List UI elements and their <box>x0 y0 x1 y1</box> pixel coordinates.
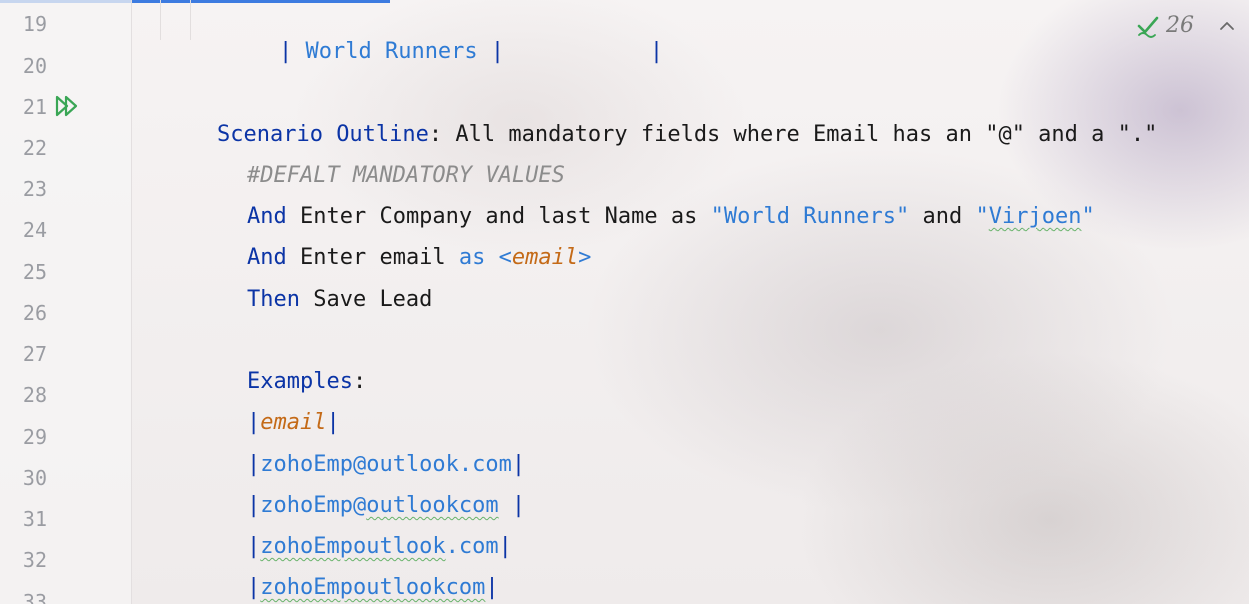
table-cell: World Runners <box>305 39 478 64</box>
line-number: 22 <box>22 136 47 160</box>
table-cell-empty <box>504 39 636 64</box>
table-pipe: | <box>278 39 306 64</box>
step-text: and <box>909 204 976 229</box>
table-pipe: | <box>498 534 512 559</box>
line-number: 25 <box>22 260 47 284</box>
inspection-widget[interactable]: 26 <box>1136 12 1194 40</box>
table-pipe: | <box>485 575 499 600</box>
code-line-32[interactable]: |zohoEmpoutlookcom| <box>194 546 499 604</box>
line-number: 20 <box>22 54 47 78</box>
string-quote: " <box>1081 204 1095 229</box>
double-check-icon <box>1137 16 1159 38</box>
line-number: 32 <box>22 548 47 572</box>
table-cell-typo: zohoEmpoutlookcom <box>260 575 486 600</box>
angle-open: < <box>498 245 512 270</box>
line-number: 31 <box>22 507 47 531</box>
string-literal-typo: Virjoen <box>988 204 1082 229</box>
outline-parameter: email <box>511 245 579 270</box>
colon: : <box>352 369 367 394</box>
line-number: 24 <box>22 218 47 242</box>
table-pipe: | <box>246 575 261 600</box>
string-quote: " <box>975 204 989 229</box>
line-number: 30 <box>22 466 47 490</box>
line-number: 29 <box>22 425 47 449</box>
code-line-19[interactable]: | World Runners | | <box>226 10 663 94</box>
line-number: 28 <box>22 383 47 407</box>
line-number: 19 <box>22 12 47 36</box>
line-number: 27 <box>22 342 47 366</box>
run-scenario-icon[interactable] <box>54 94 82 118</box>
table-pipe: | <box>636 39 664 64</box>
line-number: 26 <box>22 301 47 325</box>
table-pipe: | <box>477 39 505 64</box>
line-number: 21 <box>22 95 47 119</box>
inspection-count: 26 <box>1166 13 1194 38</box>
then-keyword: Then <box>246 287 300 312</box>
line-number: 33 <box>22 590 47 604</box>
string-literal: "World Runners" <box>710 204 910 229</box>
table-pipe: | <box>511 493 526 518</box>
line-number-gutter[interactable]: 19 20 21 22 23 24 25 26 27 28 29 30 31 3… <box>0 0 132 604</box>
chevron-up-icon[interactable] <box>1217 16 1237 36</box>
code-line-25[interactable]: Then Save Lead <box>194 258 432 342</box>
step-text: Save Lead <box>299 287 433 312</box>
line-number: 23 <box>22 177 47 201</box>
angle-close: > <box>578 245 592 270</box>
step-text-as: as <box>458 245 486 270</box>
code-editor[interactable]: 19 20 21 22 23 24 25 26 27 28 29 30 31 3… <box>0 0 1249 604</box>
indent-guide <box>160 0 161 40</box>
indent-guide <box>190 0 191 40</box>
